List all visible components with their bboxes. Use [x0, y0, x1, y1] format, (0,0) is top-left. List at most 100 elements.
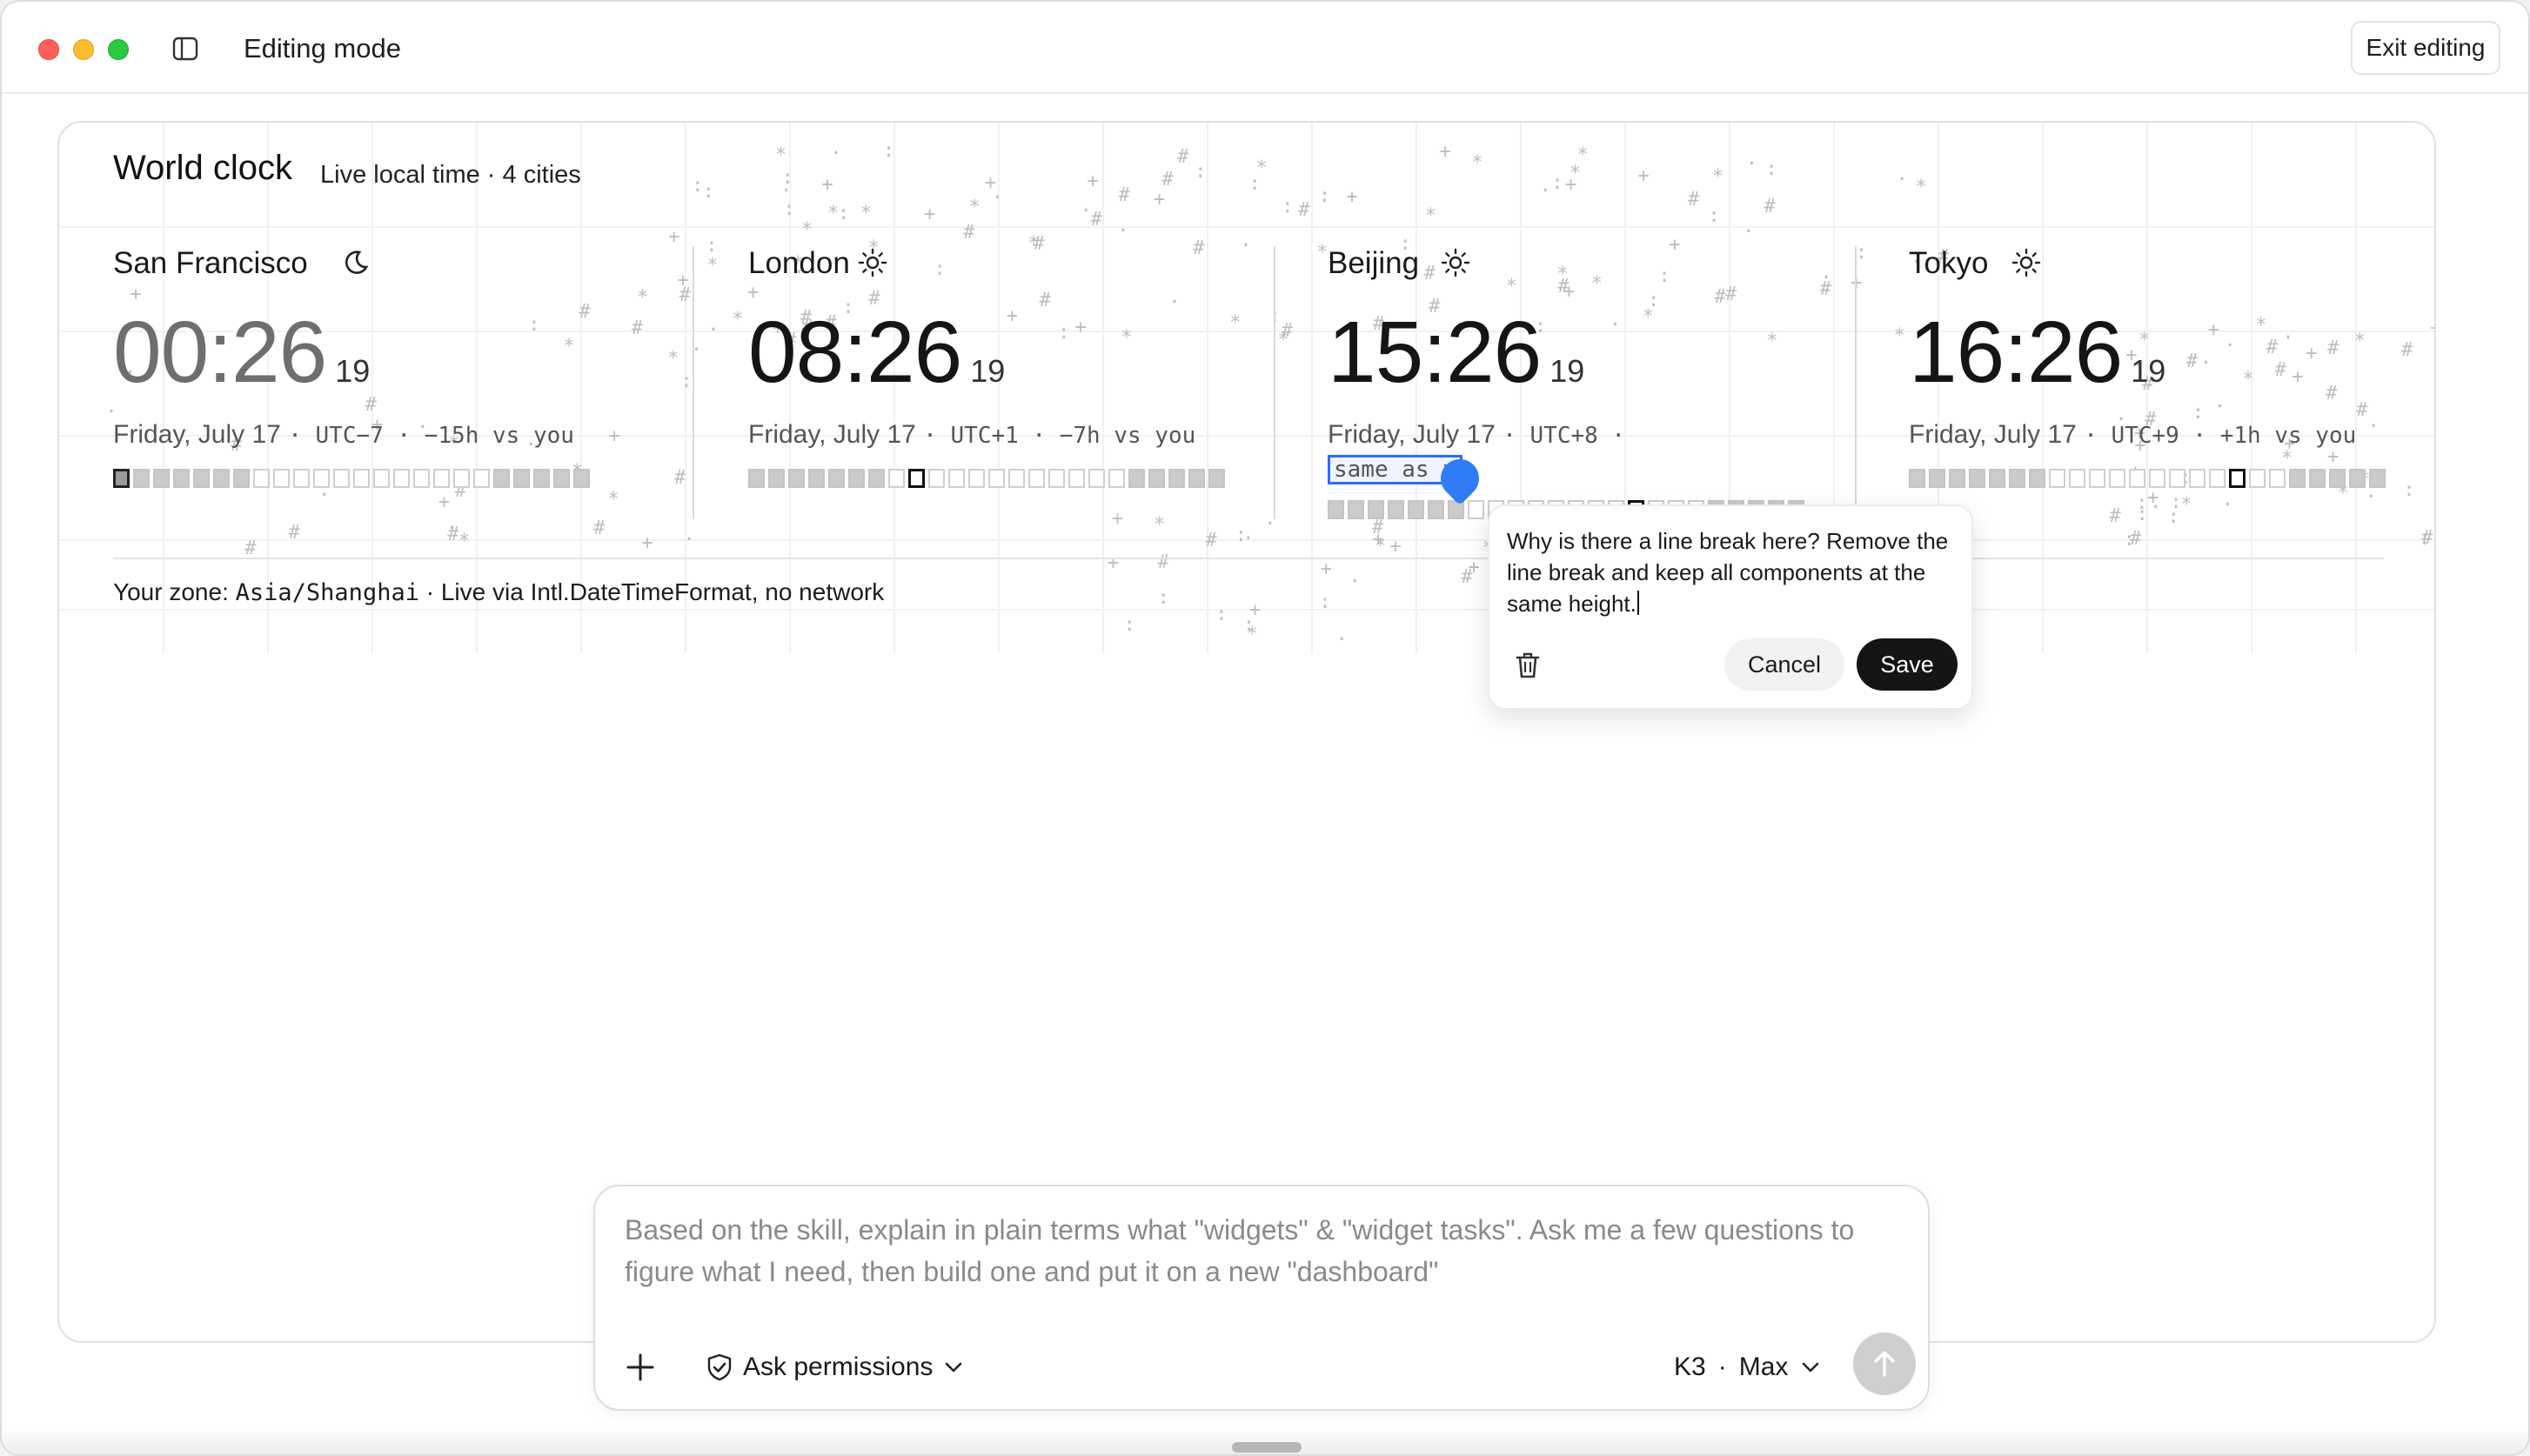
- hour-cell: [273, 469, 290, 488]
- city-name: Beijing: [1328, 246, 1420, 280]
- star-glyph: ·: [1896, 169, 1908, 191]
- hour-cell: [513, 469, 530, 488]
- hour-cell: [748, 469, 765, 488]
- zone-suffix: · Live via Intl.DateTimeFormat, no netwo…: [425, 578, 885, 605]
- hour-cell: [1108, 469, 1125, 488]
- resize-handle[interactable]: [1232, 1442, 1302, 1453]
- hour-cell: [808, 469, 825, 488]
- star-glyph: +: [1346, 185, 1358, 208]
- hour-cell: [133, 469, 150, 488]
- star-glyph: ·: [1080, 200, 1092, 223]
- plus-icon[interactable]: [625, 1352, 656, 1383]
- hour-cell: [573, 469, 590, 488]
- city-offset: · UTC+8 ·: [1503, 423, 1626, 449]
- hour-cell: [553, 469, 570, 488]
- mode-title: Editing mode: [244, 33, 401, 63]
- sun-icon: [2011, 248, 2041, 277]
- time-seconds: 19: [2131, 353, 2166, 389]
- model-label: K3: [1674, 1352, 1706, 1381]
- hour-cell: [828, 469, 845, 488]
- trash-icon[interactable]: [1514, 651, 1542, 680]
- city-date: Friday, July 17: [1909, 420, 2077, 449]
- hour-cell: [848, 469, 865, 488]
- hour-cell: [2049, 469, 2065, 488]
- model-selector[interactable]: K3 · Max: [1674, 1348, 1821, 1386]
- sun-icon: [1441, 248, 1470, 277]
- hour-cell: [2069, 469, 2085, 488]
- city-date: Friday, July 17: [1328, 420, 1496, 449]
- star-glyph: ·: [1743, 220, 1755, 243]
- hour-cell: [533, 469, 550, 488]
- hour-cell: [2149, 469, 2165, 488]
- exit-editing-button[interactable]: Exit editing: [2351, 21, 2500, 75]
- hour-cell: [968, 469, 985, 488]
- star-glyph: #: [1118, 184, 1130, 206]
- city-offset: · UTC+9 · +1h vs you: [2084, 423, 2357, 449]
- star-glyph: :: [783, 198, 795, 221]
- star-glyph: #: [1177, 146, 1189, 169]
- star-glyph: :: [1551, 172, 1563, 195]
- star-glyph: #: [963, 221, 975, 244]
- world-clock-widget[interactable]: ###::**#*#++:**·#++·#++##**:*##*::##:**#…: [57, 121, 2436, 1343]
- star-glyph: ·: [707, 319, 720, 342]
- hour-cell: [2269, 469, 2286, 488]
- hour-cell: [2249, 469, 2266, 488]
- city-date: Friday, July 17: [748, 420, 916, 449]
- hour-cell: [2109, 469, 2125, 488]
- hour-cell: [153, 469, 170, 488]
- sidebar-toggle-icon[interactable]: [172, 37, 198, 61]
- hour-cell: [1348, 500, 1364, 519]
- hour-cell: [1328, 500, 1344, 519]
- hour-cell: [113, 469, 130, 488]
- hour-cell: [353, 469, 370, 488]
- permissions-dropdown[interactable]: Ask permissions: [706, 1348, 964, 1386]
- zoom-window-button[interactable]: [108, 39, 129, 60]
- city-date-line: Friday, July 17 · UTC−7 · −15h vs you: [113, 420, 574, 450]
- save-button[interactable]: Save: [1857, 638, 1958, 691]
- star-glyph: *: [1576, 144, 1589, 166]
- time-seconds: 19: [1549, 353, 1585, 389]
- hour-cell: [493, 469, 510, 488]
- hour-cell: [333, 469, 350, 488]
- hour-cell: [393, 469, 410, 488]
- star-glyph: *: [1915, 176, 1927, 198]
- cancel-button[interactable]: Cancel: [1724, 638, 1844, 691]
- hour-cell: [233, 469, 250, 488]
- hour-cell: [173, 469, 190, 488]
- hour-cell: [453, 469, 470, 488]
- hour-cell: [2189, 469, 2205, 488]
- city-date-line: Friday, July 17 · UTC+9 · +1h vs you: [1909, 420, 2356, 450]
- city-time: 08:26 19: [748, 309, 1005, 396]
- city-time: 16:26 19: [1909, 309, 2165, 396]
- send-button[interactable]: [1853, 1332, 1916, 1395]
- hour-cell: [2349, 469, 2366, 488]
- prompt-input[interactable]: Based on the skill, explain in plain ter…: [625, 1209, 1904, 1296]
- hour-cell: [1368, 500, 1384, 519]
- hour-cell: [988, 469, 1005, 488]
- time-hh-mm: 16:26: [1909, 304, 2123, 401]
- close-window-button[interactable]: [38, 39, 59, 60]
- hour-cell: [1128, 469, 1145, 488]
- star-glyph: ·: [830, 143, 842, 165]
- star-glyph: :: [1282, 196, 1294, 218]
- city-card-tokyo: Tokyo 16:26 19 Friday, July 17 · UTC+9 · …: [1909, 246, 2422, 646]
- hour-cell: [1168, 469, 1185, 488]
- model-separator: ·: [1717, 1352, 1727, 1381]
- hour-cell: [433, 469, 450, 488]
- star-glyph: *: [860, 203, 872, 225]
- hour-cell: [948, 469, 965, 488]
- hour-cell: [2029, 469, 2045, 488]
- city-divider: [1274, 246, 1275, 519]
- hour-cell: [213, 469, 230, 488]
- star-glyph: :: [1318, 184, 1331, 207]
- star-glyph: ·: [1539, 179, 1551, 202]
- hour-cell: [313, 469, 330, 488]
- star-glyph: *: [800, 218, 813, 241]
- star-glyph: +: [984, 171, 997, 194]
- comment-popover: Why is there a line break here? Remove t…: [1488, 504, 1973, 710]
- hour-cell: [2129, 469, 2145, 488]
- effort-label: Max: [1738, 1352, 1789, 1381]
- hour-strip: [113, 469, 590, 488]
- comment-text[interactable]: Why is there a line break here? Remove t…: [1507, 525, 1959, 619]
- minimize-window-button[interactable]: [73, 39, 94, 60]
